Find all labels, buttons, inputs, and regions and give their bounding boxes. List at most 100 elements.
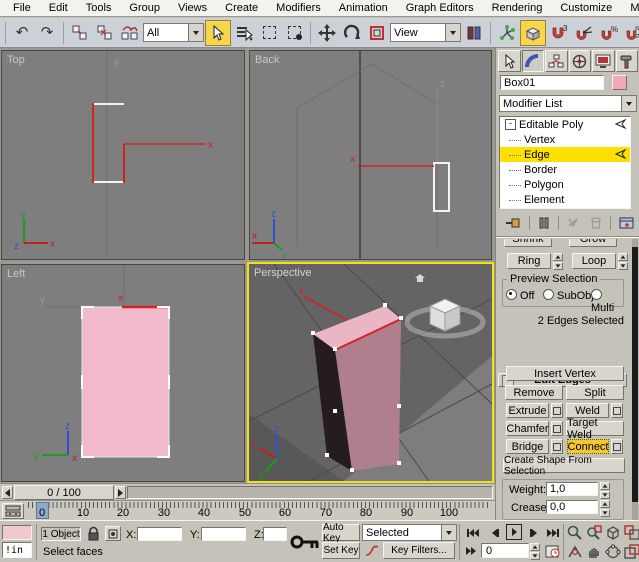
- bridge-settings-button[interactable]: [551, 439, 563, 454]
- selection-lock-toggle[interactable]: [87, 526, 100, 544]
- show-end-result-button[interactable]: [535, 214, 553, 231]
- tab-create[interactable]: [498, 50, 521, 72]
- loop-button[interactable]: Loop: [572, 253, 616, 269]
- unlink-selection-button[interactable]: [93, 21, 117, 45]
- play-button[interactable]: [506, 524, 522, 540]
- stack-row-polygon[interactable]: Polygon: [500, 177, 630, 192]
- tab-motion[interactable]: [569, 50, 592, 72]
- menu-edit[interactable]: Edit: [40, 1, 77, 15]
- menu-create[interactable]: Create: [216, 1, 267, 15]
- open-mini-curve-editor-button[interactable]: [2, 503, 24, 519]
- dropdown-arrow-icon[interactable]: [445, 24, 460, 41]
- create-shape-button[interactable]: Create Shape From Selection: [503, 458, 625, 473]
- go-to-end-button[interactable]: [543, 525, 563, 540]
- frame-spinner[interactable]: [530, 543, 540, 558]
- window-crossing-button[interactable]: [282, 21, 306, 45]
- y-coordinate-field[interactable]: [201, 527, 246, 541]
- viewport-perspective[interactable]: x z x y Perspective: [247, 262, 494, 483]
- select-and-scale-button[interactable]: [365, 21, 389, 45]
- crease-spinner[interactable]: [600, 500, 610, 514]
- auto-key-button[interactable]: Auto Key: [322, 524, 360, 541]
- extrude-button[interactable]: Extrude: [506, 403, 549, 418]
- dropdown-arrow-icon[interactable]: [441, 525, 456, 540]
- next-frame-arrow[interactable]: [115, 486, 126, 499]
- time-slider-handle[interactable]: 0 / 100: [14, 485, 114, 500]
- arc-rotate-button[interactable]: [604, 543, 621, 560]
- ring-button[interactable]: Ring: [507, 253, 551, 269]
- chamfer-settings-button[interactable]: [551, 421, 563, 436]
- previous-frame-arrow[interactable]: [2, 486, 13, 499]
- insert-vertex-button[interactable]: Insert Vertex: [506, 366, 624, 381]
- zoom-button[interactable]: [566, 524, 583, 541]
- shrink-button[interactable]: Shrink: [504, 239, 552, 247]
- menu-customize[interactable]: Customize: [551, 1, 621, 15]
- tab-utilities[interactable]: [616, 50, 639, 72]
- menu-animation[interactable]: Animation: [330, 1, 397, 15]
- viewport-top[interactable]: Top y x y x z: [1, 50, 245, 260]
- radio-subobj[interactable]: SubObj: [543, 289, 594, 302]
- bind-to-space-warp-button[interactable]: [118, 21, 142, 45]
- viewport-back[interactable]: Back z x z x y: [249, 50, 492, 260]
- viewport-perspective-label[interactable]: Perspective: [254, 267, 311, 279]
- stack-row-edge[interactable]: Edge: [500, 147, 630, 162]
- weight-spinner[interactable]: [600, 482, 610, 496]
- panel-scrollbar-thumb[interactable]: [632, 247, 638, 502]
- connect-settings-button[interactable]: [611, 439, 623, 454]
- menu-views[interactable]: Views: [169, 1, 216, 15]
- go-to-start-button[interactable]: [463, 525, 483, 540]
- menu-maxscript[interactable]: MAXScript: [621, 1, 639, 15]
- undo-button[interactable]: ↶: [10, 21, 34, 45]
- object-name-field[interactable]: Box01: [500, 75, 604, 90]
- zoom-extents-button[interactable]: [604, 524, 621, 541]
- zoom-extents-all-button[interactable]: [623, 524, 639, 541]
- dropdown-arrow-icon[interactable]: [621, 96, 636, 111]
- maximize-viewport-toggle[interactable]: [623, 543, 639, 560]
- stack-row-editable-poly[interactable]: - Editable Poly: [500, 117, 630, 132]
- select-and-move-button[interactable]: [315, 21, 339, 45]
- menu-rendering[interactable]: Rendering: [483, 1, 552, 15]
- make-unique-button[interactable]: [564, 214, 582, 231]
- snaps-toggle-button[interactable]: [520, 20, 546, 46]
- dropdown-arrow-icon[interactable]: [188, 24, 203, 41]
- radio-off[interactable]: Off: [506, 289, 534, 302]
- spinner-snap-button[interactable]: [622, 21, 639, 45]
- ring-spinner[interactable]: [553, 253, 563, 269]
- viewport-left[interactable]: Left y x z y x: [1, 264, 245, 482]
- zoom-region-button[interactable]: [566, 543, 583, 560]
- angle-snap-button[interactable]: [572, 21, 596, 45]
- key-mode-toggle[interactable]: [463, 543, 479, 558]
- menu-file[interactable]: File: [4, 1, 40, 15]
- remove-button[interactable]: Remove: [505, 385, 563, 400]
- x-coordinate-field[interactable]: [137, 527, 182, 541]
- time-configuration-button[interactable]: [543, 543, 561, 559]
- previous-frame-button[interactable]: [487, 525, 503, 540]
- set-keys-button[interactable]: [290, 529, 320, 558]
- select-and-link-button[interactable]: [68, 21, 92, 45]
- pin-stack-button[interactable]: [504, 214, 524, 231]
- selection-set-dropdown[interactable]: Selected: [362, 524, 457, 541]
- zoom-all-button[interactable]: [585, 524, 602, 541]
- menu-modifiers[interactable]: Modifiers: [267, 1, 330, 15]
- select-by-name-button[interactable]: [232, 21, 256, 45]
- reference-coordinate-dropdown[interactable]: View: [390, 23, 461, 42]
- configure-modifier-sets-button[interactable]: [616, 214, 636, 231]
- pan-button[interactable]: [585, 543, 602, 560]
- select-and-rotate-button[interactable]: [340, 21, 364, 45]
- chamfer-button[interactable]: Chamfer: [506, 421, 549, 436]
- select-and-manipulate-button[interactable]: [495, 21, 519, 45]
- tab-hierarchy[interactable]: [545, 50, 568, 72]
- object-color-swatch[interactable]: [612, 75, 627, 90]
- extrude-settings-button[interactable]: [551, 403, 563, 418]
- sub-object-arrow-icon[interactable]: [615, 149, 627, 160]
- time-slider-track[interactable]: [127, 486, 493, 499]
- panel-scrollbar[interactable]: [632, 239, 638, 520]
- split-button[interactable]: Split: [566, 385, 624, 400]
- crease-field[interactable]: 0,0: [546, 500, 598, 514]
- snap-3d-button[interactable]: 3: [547, 21, 571, 45]
- connect-button[interactable]: Connect: [567, 439, 609, 454]
- bridge-button[interactable]: Bridge: [506, 439, 549, 454]
- listener-macro-recorder-line[interactable]: [2, 525, 32, 540]
- default-in-out-tangents-button[interactable]: [363, 542, 380, 559]
- use-center-flyout-button[interactable]: [462, 21, 486, 45]
- menu-group[interactable]: Group: [120, 1, 169, 15]
